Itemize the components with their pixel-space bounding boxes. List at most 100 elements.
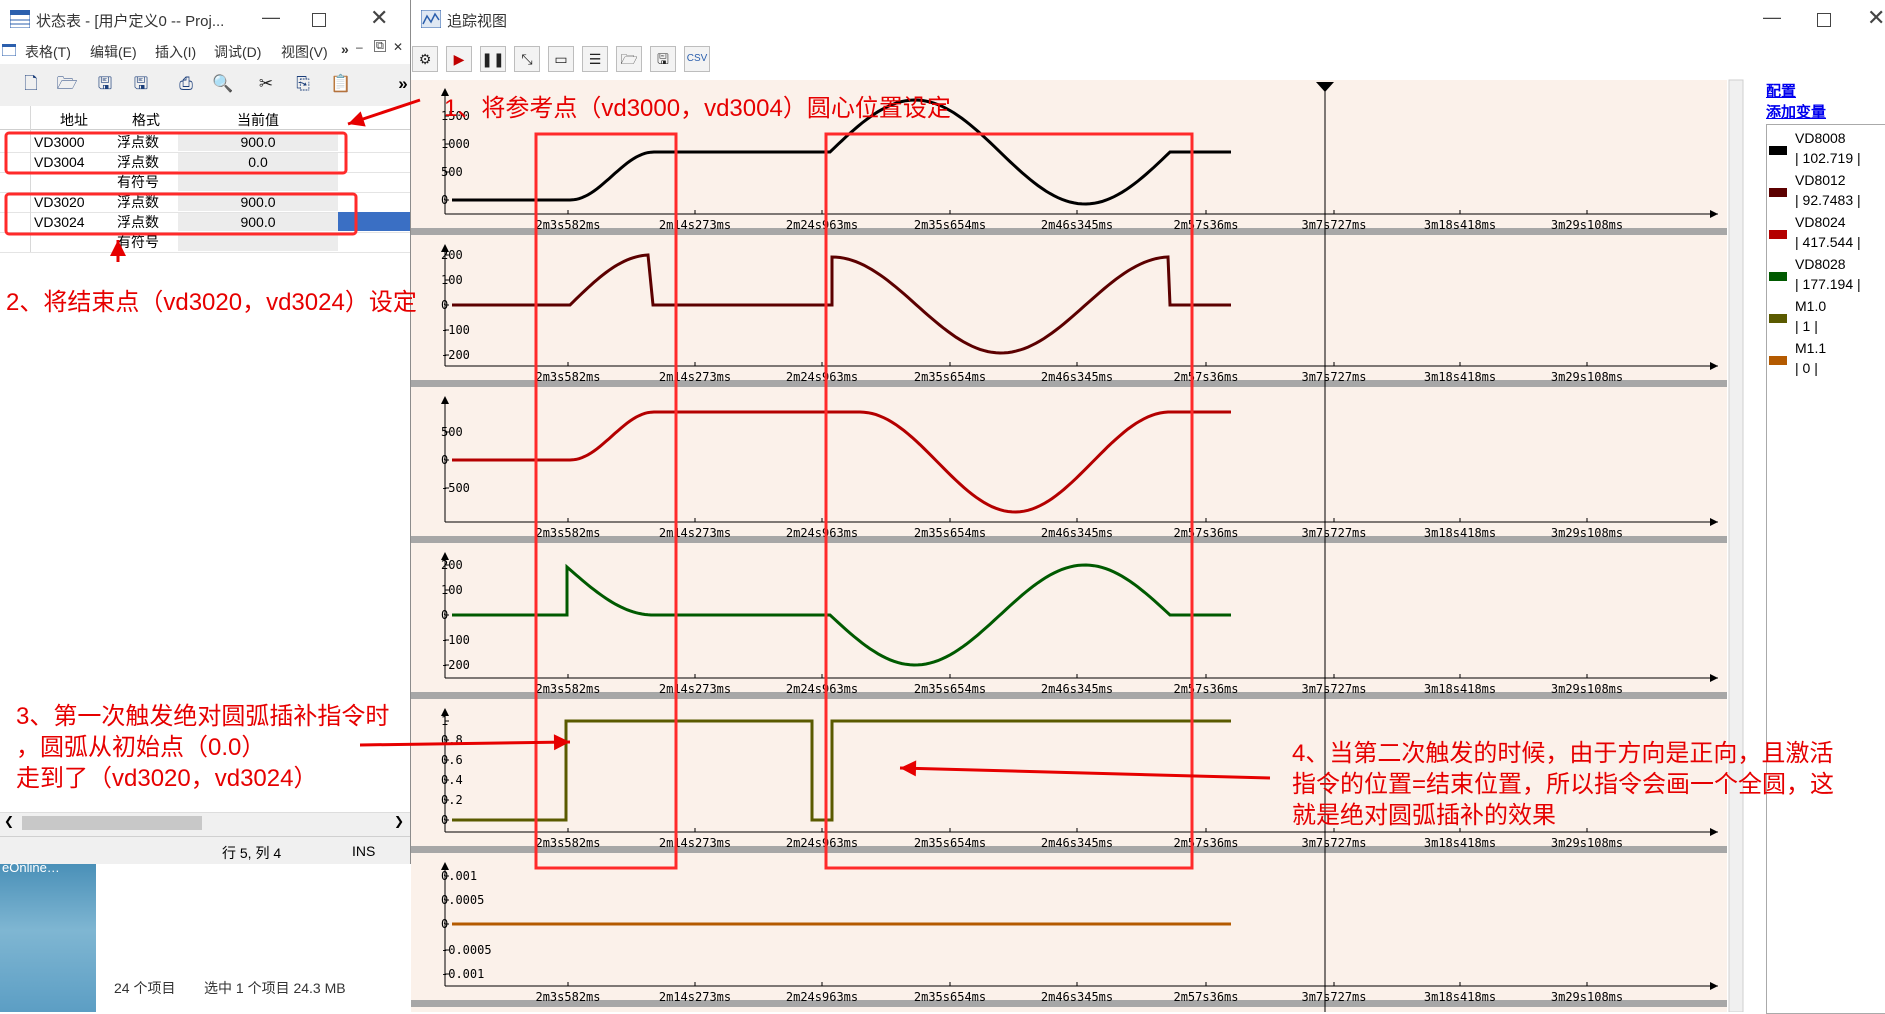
left-title-bar: 状态表 - [用户定义0 -- Proj... — ✕ <box>0 0 410 38</box>
legend-name: M1.0 <box>1795 298 1827 314</box>
row-format[interactable]: 浮点数 <box>117 153 159 171</box>
row-value[interactable]: 900.0 <box>178 213 338 231</box>
table-menu-icon[interactable] <box>2 44 16 56</box>
legend-swatch <box>1769 146 1787 155</box>
row-value[interactable]: 0.0 <box>178 153 338 171</box>
maximize-icon[interactable] <box>1817 13 1831 27</box>
table-row[interactable]: VD3004 浮点数 0.0 <box>0 152 410 173</box>
open-folder-icon[interactable]: 🗁 <box>56 73 78 95</box>
row-address[interactable]: VD3000 <box>34 133 85 151</box>
left-window-title: 状态表 - [用户定义0 -- Proj... <box>36 13 225 30</box>
new-file-icon[interactable]: 🗋 <box>20 73 42 95</box>
legend-name: VD8024 <box>1795 214 1846 230</box>
row-value[interactable]: 900.0 <box>178 193 338 211</box>
table-row[interactable]: 有符号 <box>0 172 410 193</box>
scroll-right-icon[interactable]: ❯ <box>394 814 404 828</box>
mdi-close-icon[interactable]: ✕ <box>393 40 403 54</box>
menu-view[interactable]: 视图(V) <box>281 42 328 62</box>
legend-swatch <box>1769 314 1787 323</box>
legend-swatch <box>1769 230 1787 239</box>
config-link[interactable]: 配置 <box>1766 80 1796 101</box>
annotation-2: 2、将结束点（vd3020，vd3024）设定 <box>6 289 417 316</box>
save-icon[interactable]: 🖫 <box>650 46 676 72</box>
scrollbar-thumb[interactable] <box>22 816 202 830</box>
left-status-bar: 行 5, 列 4 INS <box>0 836 410 865</box>
selected-cell[interactable] <box>338 212 410 231</box>
csv-export-icon[interactable]: CSV <box>684 46 710 72</box>
add-variable-link[interactable]: 添加变量 <box>1766 101 1826 122</box>
legend-swatch <box>1769 356 1787 365</box>
legend-name: VD8028 <box>1795 256 1846 272</box>
save-all-icon[interactable]: 🖫 <box>130 73 152 95</box>
close-icon[interactable]: ✕ <box>1867 5 1885 31</box>
file-explorer-window: 24 个项目 选中 1 个项目 24.3 MB <box>96 864 410 1012</box>
cut-icon[interactable]: ✂ <box>255 73 277 95</box>
menu-insert[interactable]: 插入(I) <box>155 42 196 62</box>
row-format[interactable]: 有符号 <box>117 233 159 251</box>
col-address[interactable]: 地址 <box>30 110 118 130</box>
row-address[interactable]: VD3004 <box>34 153 85 171</box>
minimize-icon[interactable]: — <box>1763 7 1781 28</box>
mdi-restore-icon[interactable]: ⧉ <box>374 40 386 52</box>
annotation-1: 1、将参考点（vd3000，vd3004）圆心位置设定 <box>444 95 951 122</box>
legend-name: M1.1 <box>1795 340 1827 356</box>
window-icon[interactable]: ▭ <box>548 46 574 72</box>
row-address[interactable]: VD3024 <box>34 213 85 231</box>
print-icon[interactable]: ⎙ <box>175 73 197 95</box>
row-format[interactable]: 有符号 <box>117 173 159 191</box>
left-toolbar: 🗋 🗁 🖫 🖫 ⎙ 🔍 ✂ ⎘ 📋 » <box>0 64 410 107</box>
scroll-left-icon[interactable]: ❮ <box>4 814 14 828</box>
menu-debug[interactable]: 调试(D) <box>214 42 261 62</box>
menu-more[interactable]: » <box>341 41 349 57</box>
table-row[interactable]: VD3024 浮点数 900.0 <box>0 212 410 233</box>
table-row[interactable]: VD3020 浮点数 900.0 <box>0 192 410 213</box>
trace-view-icon <box>421 10 441 28</box>
col-format[interactable]: 格式 <box>114 110 178 130</box>
desktop-icon-label[interactable]: eOnline… <box>2 860 60 875</box>
legend-value: | 1 | <box>1795 318 1818 334</box>
horizontal-scrollbar[interactable]: ❮ ❯ <box>0 812 410 833</box>
open-icon[interactable]: 🗁 <box>616 46 642 72</box>
legend-swatch <box>1769 272 1787 281</box>
row-header-divider <box>30 106 31 252</box>
cursor-position: 行 5, 列 4 <box>222 845 282 861</box>
mdi-minimize-icon[interactable]: – <box>356 40 363 54</box>
play-icon[interactable]: ▶ <box>446 46 472 72</box>
row-format[interactable]: 浮点数 <box>117 193 159 211</box>
selection-info: 选中 1 个项目 24.3 MB <box>204 980 346 996</box>
pause-icon[interactable]: ❚❚ <box>480 46 506 72</box>
row-format[interactable]: 浮点数 <box>117 213 159 231</box>
insert-mode: INS <box>352 843 376 859</box>
col-value[interactable]: 当前值 <box>178 110 338 130</box>
item-count: 24 个项目 <box>114 980 176 996</box>
maximize-icon[interactable] <box>312 13 326 27</box>
legend-value: | 417.544 | <box>1795 234 1861 250</box>
zoom-icon[interactable]: ⤡ <box>514 46 540 72</box>
row-format[interactable]: 浮点数 <box>117 133 159 151</box>
left-menu-bar: 表格(T) 编辑(E) 插入(I) 调试(D) 视图(V) » – ⧉ ✕ <box>0 38 410 64</box>
row-value[interactable] <box>178 173 338 191</box>
annotation-4-line1: 4、当第二次触发的时候，由于方向是正向，且激活 <box>1292 740 1834 767</box>
annotation-4-line3: 就是绝对圆弧插补的效果 <box>1292 802 1556 829</box>
paste-icon[interactable]: 📋 <box>330 73 352 95</box>
save-icon[interactable]: 🖫 <box>94 73 116 95</box>
menu-edit[interactable]: 编辑(E) <box>90 42 137 62</box>
legend-value: | 92.7483 | <box>1795 192 1861 208</box>
menu-table[interactable]: 表格(T) <box>25 42 71 62</box>
print-preview-icon[interactable]: 🔍 <box>212 73 234 95</box>
copy-icon[interactable]: ⎘ <box>292 73 314 95</box>
table-row[interactable]: VD3000 浮点数 900.0 <box>0 132 410 153</box>
legend-value: | 0 | <box>1795 360 1818 376</box>
minimize-icon[interactable]: — <box>262 7 280 28</box>
close-icon[interactable]: ✕ <box>370 5 388 31</box>
row-address[interactable]: VD3020 <box>34 193 85 211</box>
table-row[interactable]: 有符号 <box>0 232 410 253</box>
row-value[interactable]: 900.0 <box>178 133 338 151</box>
right-window-title: 追踪视图 <box>447 13 508 30</box>
right-title-bar: 追踪视图 — ✕ <box>411 0 1885 38</box>
row-value[interactable] <box>178 233 338 251</box>
annotation-3-line1: 3、第一次触发绝对圆弧插补指令时 <box>16 703 390 730</box>
annotation-4-line2: 指令的位置=结束位置，所以指令会画一个全圆，这 <box>1292 771 1835 798</box>
chart-settings-icon[interactable]: ⚙ <box>412 46 438 72</box>
split-icon[interactable]: ☰ <box>582 46 608 72</box>
